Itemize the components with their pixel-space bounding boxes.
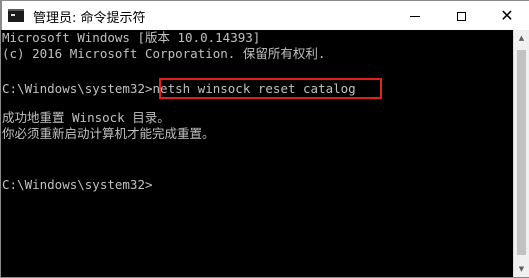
console-line: 你必须重新启动计算机才能完成重置。 [2, 126, 215, 141]
scroll-down-icon[interactable]: ▼ [514, 261, 529, 277]
maximize-icon [456, 11, 466, 21]
vertical-scrollbar[interactable]: ▲ ▼ [513, 30, 529, 277]
console-line: 成功地重置 Winsock 目录。 [2, 110, 170, 125]
minimize-icon [410, 15, 420, 17]
minimize-button[interactable] [392, 1, 438, 31]
maximize-button[interactable] [438, 1, 484, 31]
console-prompt-line: C:\Windows\system32> [2, 177, 153, 192]
console-line: (c) 2016 Microsoft Corporation. 保留所有权利. [2, 46, 326, 61]
console-line: Microsoft Windows [版本 10.0.14393] [2, 30, 261, 45]
console-icon [8, 9, 24, 22]
scroll-up-icon[interactable]: ▲ [514, 30, 529, 46]
console-command-line: C:\Windows\system32>netsh winsock reset … [2, 81, 356, 96]
close-icon: ✕ [500, 6, 514, 25]
window-title: 管理员: 命令提示符 [33, 11, 146, 26]
console-output[interactable]: Microsoft Windows [版本 10.0.14393] (c) 20… [1, 30, 513, 277]
title-bar[interactable]: 管理员: 命令提示符 ✕ [1, 0, 529, 30]
scroll-thumb[interactable] [517, 50, 526, 255]
close-button[interactable]: ✕ [484, 1, 529, 31]
command-prompt-window: 管理员: 命令提示符 ✕ Microsoft Windows [版本 10.0.… [0, 0, 529, 278]
